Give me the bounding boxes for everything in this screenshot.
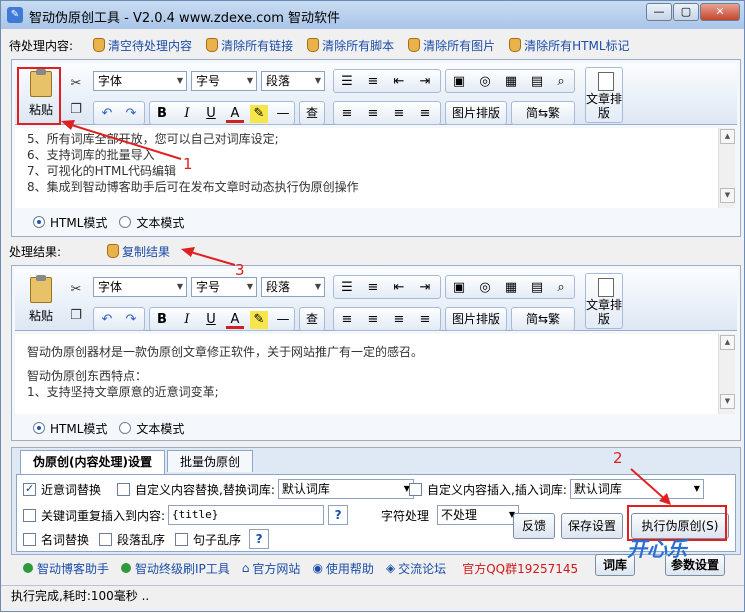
watermark-logo: 开心乐 xyxy=(627,537,687,561)
annotation-arrows xyxy=(61,120,671,505)
annotation-number: 2 xyxy=(613,449,623,467)
annotation-number: 3 xyxy=(235,261,245,279)
annotation-number: 1 xyxy=(183,155,193,173)
app-window: ✎ 智动伪原创工具 - V2.0.4 www.zdexe.com 智动软件 — … xyxy=(0,0,745,612)
